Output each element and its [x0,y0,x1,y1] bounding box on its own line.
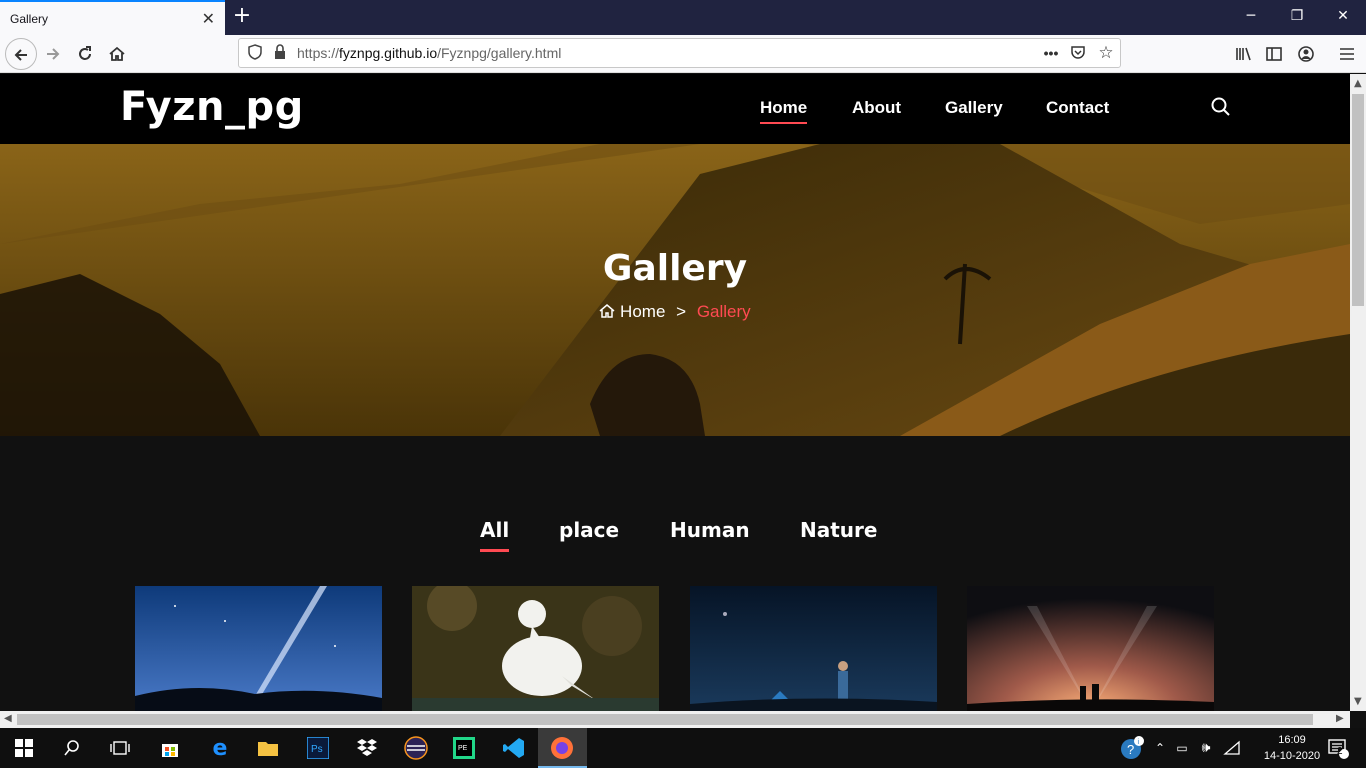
scroll-down-icon[interactable]: ▼ [1354,696,1362,707]
minimize-icon[interactable]: ─ [1228,0,1274,35]
home-icon[interactable] [102,39,132,69]
vertical-scroll-thumb[interactable] [1352,94,1364,306]
task-view-icon[interactable] [106,734,134,762]
scroll-up-icon[interactable]: ▲ [1354,78,1362,89]
page-actions-icon[interactable]: ••• [1038,45,1064,61]
website-viewport: Fyzn_pg Home About Gallery Contact Galle… [0,74,1350,711]
windows-taskbar: e Ps PE ? i ⌃ ▭ 🕪 16:09 14-10-2020 2 [0,728,1366,768]
browser-navbar: https://fyznpg.github.io/Fyznpg/gallery.… [0,35,1366,73]
shield-icon[interactable] [247,43,263,64]
filter-place[interactable]: place [559,518,619,542]
eclipse-icon[interactable] [402,734,430,762]
scroll-left-icon[interactable]: ◀ [4,713,12,724]
file-explorer-icon[interactable] [254,734,282,762]
svg-text:PE: PE [458,745,468,752]
nav-gallery[interactable]: Gallery [945,98,1003,118]
firefox-taskbar-active[interactable] [538,728,587,768]
back-icon[interactable] [5,38,37,70]
library-icon[interactable] [1228,39,1258,69]
hero-mountain-image [0,144,1350,436]
help-tray-icon[interactable]: ? i [1118,734,1146,762]
hero-banner: Gallery Home > Gallery [0,144,1350,436]
filter-nature[interactable]: Nature [800,518,877,542]
gallery-item-tent[interactable] [690,586,937,711]
system-clock[interactable]: 16:09 14-10-2020 [1262,732,1322,764]
search-icon[interactable] [1210,96,1232,118]
svg-text:Ps: Ps [311,744,323,755]
sidebar-icon[interactable] [1259,39,1289,69]
volume-icon[interactable]: 🕪 [1192,734,1220,762]
photoshop-icon[interactable]: Ps [304,734,332,762]
restore-icon[interactable]: ❐ [1274,0,1320,35]
gallery-item-light-beam[interactable] [135,586,382,711]
breadcrumb-current: Gallery [696,302,751,321]
filter-human[interactable]: Human [670,518,750,542]
gallery-item-dove[interactable] [412,586,659,711]
firefox-icon [548,734,576,762]
breadcrumb-home[interactable]: Home [620,302,665,321]
edge-icon[interactable]: e [206,734,234,762]
tab-title: Gallery [10,11,49,26]
breadcrumb-separator: > [676,302,687,321]
taskbar-search-icon[interactable] [58,734,86,762]
menu-icon[interactable] [1332,39,1362,69]
browser-tab[interactable]: Gallery ✕ [0,0,225,35]
url-text[interactable]: https://fyznpg.github.io/Fyznpg/gallery.… [297,45,1038,61]
notification-count: 2 [1337,746,1343,757]
scroll-right-icon[interactable]: ▶ [1336,713,1344,724]
new-tab-icon[interactable]: + [230,4,254,30]
nav-home[interactable]: Home [760,98,808,124]
vscode-icon[interactable] [500,734,528,762]
vertical-scrollbar[interactable]: ▲ ▼ [1350,74,1366,711]
svg-text:?: ? [1127,742,1134,757]
windows-start-icon[interactable] [10,734,38,762]
pocket-icon[interactable] [1064,44,1092,63]
gallery-item-sunrise[interactable] [967,586,1214,711]
gallery-filters: All place Human Nature [0,518,1350,558]
nav-about[interactable]: About [852,98,901,118]
browser-tab-bar: Gallery ✕ + ─ ❐ ✕ [0,0,1366,35]
horizontal-scrollbar[interactable]: ◀ ▶ [0,711,1350,728]
filter-all[interactable]: All [480,518,510,552]
lock-icon[interactable] [273,43,287,64]
forward-icon[interactable] [38,39,68,69]
wifi-icon[interactable] [1218,734,1246,762]
horizontal-scroll-thumb[interactable] [17,714,1313,725]
clock-time: 16:09 [1278,734,1306,746]
account-icon[interactable] [1291,39,1321,69]
url-bar[interactable]: https://fyznpg.github.io/Fyznpg/gallery.… [238,38,1121,68]
notifications-icon[interactable]: 2 [1324,734,1352,762]
home-icon [599,303,615,324]
clock-date: 14-10-2020 [1263,750,1321,762]
window-close-icon[interactable]: ✕ [1320,0,1366,35]
site-logo[interactable]: Fyzn_pg [120,84,304,130]
dropbox-icon[interactable] [353,734,381,762]
bookmark-star-icon[interactable]: ☆ [1092,43,1120,63]
store-icon[interactable] [156,734,184,762]
breadcrumb: Home > Gallery [0,302,1350,324]
reload-icon[interactable] [70,39,100,69]
pycharm-icon[interactable]: PE [450,734,478,762]
site-header: Fyzn_pg Home About Gallery Contact [0,74,1350,144]
hero-title: Gallery [602,248,748,289]
close-tab-icon[interactable]: ✕ [202,9,215,28]
nav-contact[interactable]: Contact [1046,98,1109,118]
